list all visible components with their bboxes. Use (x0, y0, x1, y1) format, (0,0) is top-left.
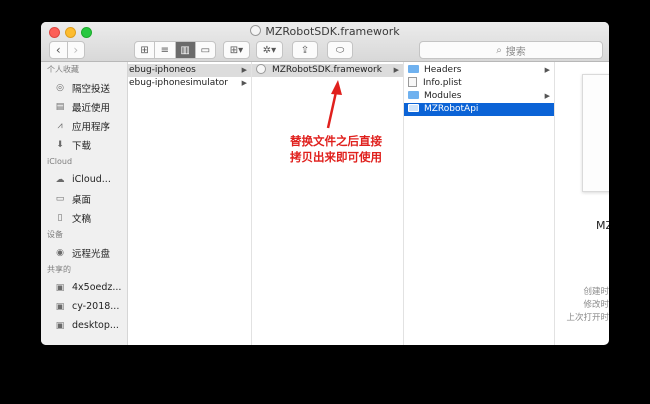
chevron-right-icon: ▶ (393, 66, 399, 74)
list-item[interactable]: MZRobotApi (404, 103, 554, 116)
grid-view-icon[interactable]: ⊞ (135, 42, 154, 58)
sidebar-item-documents[interactable]: ▯ 文稿 (41, 208, 127, 227)
annotation-text: 替换文件之后直接 拷贝出来即可使用 (290, 134, 382, 164)
sidebar-section-shared: 共享的 (47, 265, 71, 274)
nav-buttons: ‹ › (49, 41, 85, 59)
list-item[interactable]: ebug-iphoneos ▶ (128, 64, 251, 77)
finder-window: MZRobotSDK.framework ‹ › ⊞ ≡ ▥ ▭ ⊞▾ ✲▾ ⇪… (41, 22, 609, 345)
airdrop-icon: ◎ (56, 82, 64, 93)
sidebar-item-shared-3[interactable]: ▣ desktop... (41, 316, 127, 335)
plist-file-icon (408, 77, 417, 87)
desktop-icon: ▭ (55, 193, 65, 204)
list-item[interactable]: Headers ▶ (404, 64, 554, 77)
preview-last-opened-label: 上次打开时 (566, 313, 609, 323)
back-button[interactable]: ‹ (50, 42, 67, 58)
sidebar-item-icloud-drive[interactable]: ☁ iCloud... (41, 170, 127, 189)
sidebar: 个人收藏 ◎ 隔空投送 ▤ 最近使用 ⩘ 应用程序 ⬇ 下载 iCloud ☁ iClou… (41, 62, 128, 345)
computer-icon: ▣ (55, 282, 65, 293)
sidebar-item-applications[interactable]: ⩘ 应用程序 (41, 116, 127, 135)
search-field[interactable]: ⌕ 搜索 (419, 41, 603, 59)
computer-icon: ▣ (55, 301, 65, 312)
documents-icon: ▯ (57, 212, 63, 223)
sidebar-item-airdrop[interactable]: ◎ 隔空投送 (41, 78, 127, 97)
sidebar-section-icloud: iCloud (47, 157, 73, 166)
recents-icon: ▤ (55, 101, 65, 112)
preview-modified-label: 修改时 (583, 300, 609, 310)
preview-created-label: 创建时 (583, 287, 609, 297)
sidebar-item-downloads[interactable]: ⬇ 下载 (41, 135, 127, 154)
cloud-icon: ☁ (55, 174, 65, 185)
downloads-icon: ⬇ (56, 139, 64, 150)
folder-icon (408, 91, 419, 99)
sidebar-item-shared-2[interactable]: ▣ cy-2018... (41, 297, 127, 316)
list-item[interactable]: MZRobotSDK.framework ▶ (252, 64, 403, 77)
sidebar-item-recents[interactable]: ▤ 最近使用 (41, 97, 127, 116)
list-item[interactable]: Info.plist (404, 77, 554, 90)
file-icon (408, 104, 419, 112)
tag-button[interactable]: ⬭ (327, 41, 353, 59)
applications-icon: ⩘ (57, 120, 63, 131)
gallery-view-icon[interactable]: ▭ (194, 42, 215, 58)
column-view-icon[interactable]: ▥ (174, 42, 195, 58)
arrange-button[interactable]: ⊞▾ (223, 41, 250, 59)
chevron-right-icon: ▶ (544, 66, 550, 74)
view-switcher: ⊞ ≡ ▥ ▭ (134, 41, 216, 59)
column-1: ebug-iphoneos ▶ ebug-iphonesimulator ▶ (128, 62, 252, 345)
sidebar-item-shared-1[interactable]: ▣ 4x5oedz... (41, 278, 127, 297)
action-button[interactable]: ✲▾ (256, 41, 283, 59)
disc-icon: ◉ (56, 247, 64, 258)
preview-thumbnail (582, 74, 609, 192)
column-2: MZRobotSDK.framework ▶ (252, 62, 404, 345)
sidebar-item-remote-disc[interactable]: ◉ 远程光盘 (41, 243, 127, 262)
window-title: MZRobotSDK.framework (41, 25, 609, 38)
sidebar-section-devices: 设备 (47, 230, 63, 239)
preview-column: MZ 创建时 修改时 上次打开时 (555, 62, 609, 345)
magnifier-icon: ⌕ (496, 44, 502, 56)
folder-icon (408, 65, 419, 73)
computer-icon: ▣ (55, 320, 65, 331)
chevron-right-icon: ▶ (241, 66, 247, 74)
preview-filename: MZ (596, 219, 609, 232)
framework-icon (256, 64, 266, 74)
column-3: Headers ▶ Info.plist Modules ▶ MZRobotApi (404, 62, 555, 345)
framework-icon (250, 25, 262, 36)
sidebar-item-desktop[interactable]: ▭ 桌面 (41, 189, 127, 208)
chevron-right-icon: ▶ (241, 79, 247, 87)
share-button[interactable]: ⇪ (292, 41, 318, 59)
sidebar-section-favorites: 个人收藏 (47, 65, 79, 74)
title-bar: MZRobotSDK.framework ‹ › ⊞ ≡ ▥ ▭ ⊞▾ ✲▾ ⇪… (41, 22, 609, 62)
chevron-right-icon: ▶ (544, 92, 550, 100)
list-view-icon[interactable]: ≡ (154, 42, 174, 58)
list-item[interactable]: ebug-iphonesimulator ▶ (128, 77, 251, 90)
list-item[interactable]: Modules ▶ (404, 90, 554, 103)
forward-button[interactable]: › (66, 42, 85, 58)
